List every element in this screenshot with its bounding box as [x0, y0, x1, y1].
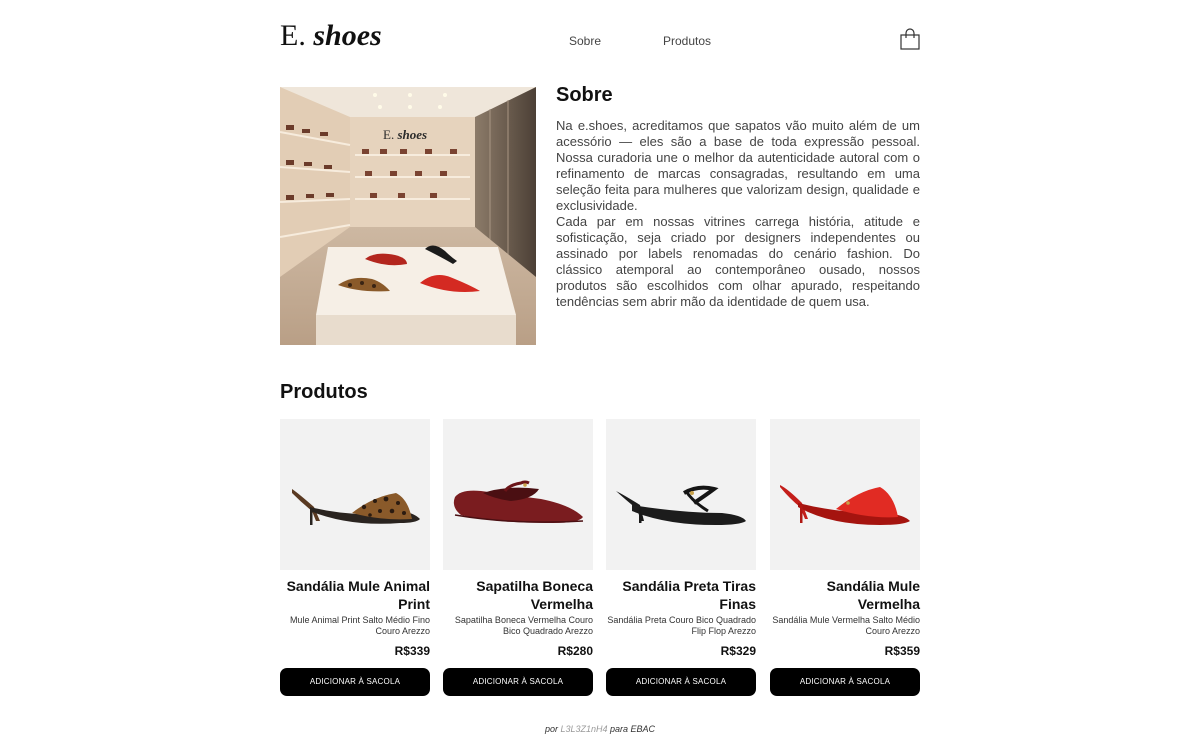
product-name: Sapatilha Boneca Vermelha	[476, 578, 593, 612]
add-to-bag-button[interactable]: ADICIONAR À SACOLA	[280, 668, 430, 696]
footer: por L3L3Z1nH4 para EBAC	[280, 724, 920, 734]
product-description: Sapatilha Boneca Vermelha Couro Bico Qua…	[454, 615, 593, 636]
product-image-red-mule[interactable]	[770, 419, 920, 570]
product-card: Sandália Preta Tiras Finas Sandália Pret…	[606, 419, 756, 697]
shopping-bag-icon[interactable]	[900, 28, 920, 50]
about-text: Na e.shoes, acreditamos que sapatos vão …	[556, 118, 920, 310]
product-name: Sandália Mule Vermelha	[826, 578, 920, 612]
add-to-bag-label: ADICIONAR À SACOLA	[799, 677, 891, 686]
product-name: Sandália Preta Tiras Finas	[622, 578, 756, 612]
footer-suffix: para EBAC	[610, 724, 656, 734]
add-to-bag-label: ADICIONAR À SACOLA	[635, 677, 727, 686]
page: E. shoes Sobre Produtos E. shoes Sobre N…	[280, 0, 920, 742]
logo[interactable]: E. shoes	[280, 18, 382, 54]
product-price: R$359	[884, 644, 920, 658]
product-card: Sandália Mule Animal Print Mule Animal P…	[280, 419, 430, 697]
nav-link-sobre[interactable]: Sobre	[569, 34, 601, 48]
product-description: Sandália Preta Couro Bico Quadrado Flip …	[607, 615, 756, 636]
add-to-bag-label: ADICIONAR À SACOLA	[472, 677, 564, 686]
logo-name: shoes	[313, 19, 382, 52]
footer-author-link[interactable]: L3L3Z1nH4	[560, 724, 607, 734]
store-photo: E. shoes	[280, 87, 536, 345]
product-description: Mule Animal Print Salto Médio Fino Couro…	[289, 615, 430, 636]
products-title: Produtos	[280, 381, 368, 403]
footer-prefix: por	[544, 724, 558, 734]
product-image-black-thong-sandal[interactable]	[606, 419, 756, 570]
product-description: Sandália Mule Vermelha Salto Médio Couro…	[772, 615, 920, 636]
product-price: R$339	[394, 644, 430, 658]
svg-text:E. shoes: E. shoes	[383, 127, 427, 142]
product-card: Sandália Mule Vermelha Sandália Mule Ver…	[770, 419, 920, 697]
add-to-bag-button[interactable]: ADICIONAR À SACOLA	[606, 668, 756, 696]
add-to-bag-label: ADICIONAR À SACOLA	[309, 677, 401, 686]
product-name: Sandália Mule Animal Print	[286, 578, 430, 612]
about-paragraph: Na e.shoes, acreditamos que sapatos vão …	[556, 118, 920, 213]
add-to-bag-button[interactable]: ADICIONAR À SACOLA	[770, 668, 920, 696]
about-title: Sobre	[556, 84, 613, 106]
about-paragraph: Cada par em nossas vitrines carrega hist…	[556, 214, 920, 309]
product-price: R$280	[557, 644, 593, 658]
product-card: Sapatilha Boneca Vermelha Sapatilha Bone…	[443, 419, 593, 697]
add-to-bag-button[interactable]: ADICIONAR À SACOLA	[443, 668, 593, 696]
logo-prefix: E.	[280, 19, 306, 52]
product-price: R$329	[720, 644, 756, 658]
product-image-animal-print-mule[interactable]	[280, 419, 430, 570]
site-header: E. shoes Sobre Produtos	[280, 14, 920, 58]
product-image-red-ballet-flat[interactable]	[443, 419, 593, 570]
nav-link-produtos[interactable]: Produtos	[663, 34, 711, 48]
